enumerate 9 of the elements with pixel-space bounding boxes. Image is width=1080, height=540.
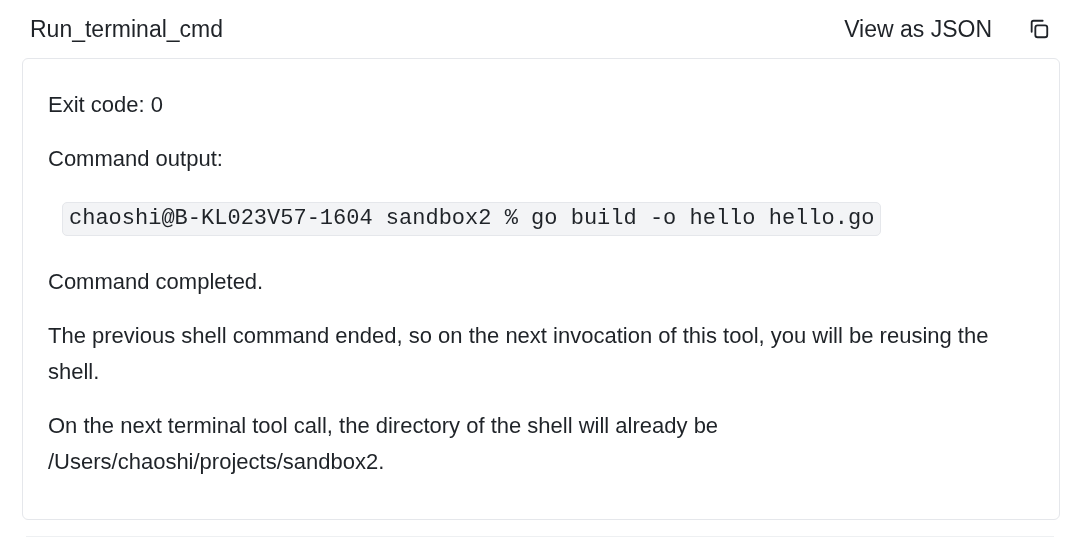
tool-title: Run_terminal_cmd [30, 14, 224, 44]
output-paragraph: The previous shell command ended, so on the next invocation of this tool, you will be reusing the shell. [48, 322, 990, 386]
output-label: Command output: [48, 145, 224, 173]
copy-icon[interactable] [1028, 18, 1050, 40]
view-json-link[interactable]: View as JSON [844, 11, 992, 47]
exit-code-text: Exit code: 0 [48, 91, 164, 119]
output-paragraph: On the next terminal tool call, the directory of the shell will already be /Users/chaoshi/projects/sandbox2. [48, 412, 720, 476]
command-code: chaoshi@B-KL023V57-1604 sandbox2 % go build -o hello hello.go [62, 202, 882, 236]
output-paragraph: Command completed. [48, 268, 265, 296]
